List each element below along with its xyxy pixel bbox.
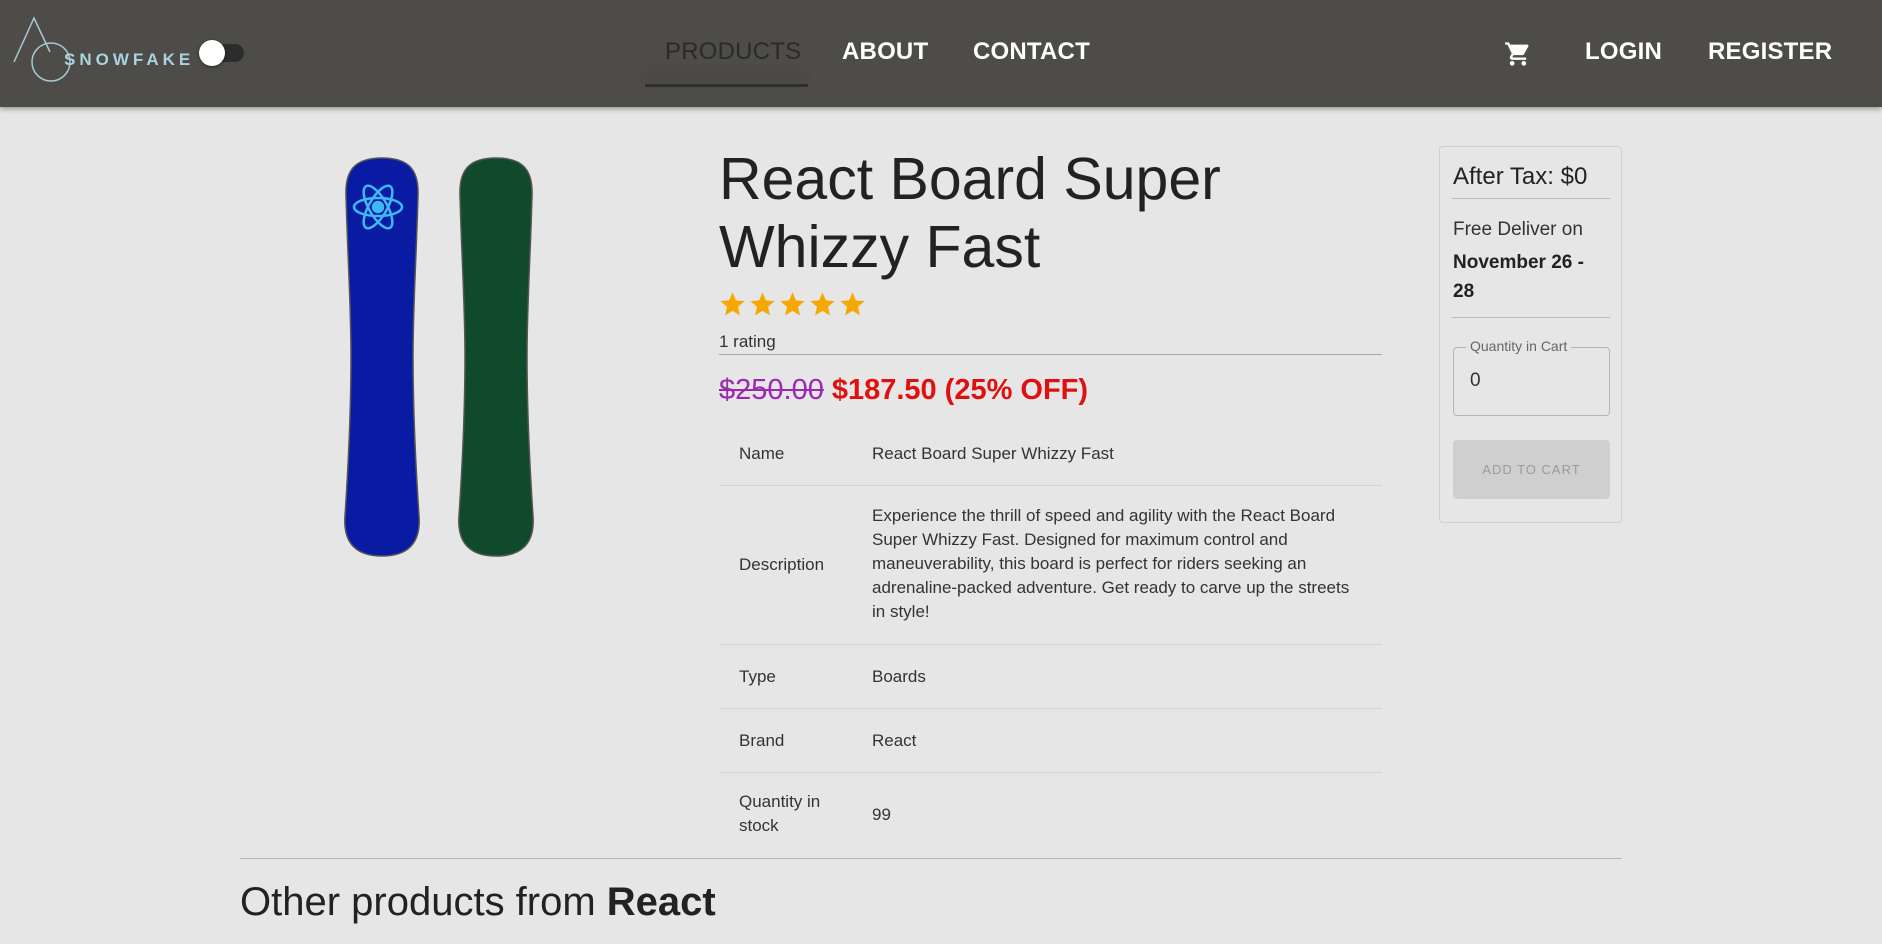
- price-row: $250.00 $187.50 (25% OFF): [719, 374, 1088, 407]
- quantity-field-label: Quantity in Cart: [1466, 338, 1572, 354]
- delivery-label: Free Deliver on: [1453, 219, 1583, 240]
- shopping-cart-icon[interactable]: [1504, 40, 1532, 68]
- discount-label: (25% OFF): [944, 374, 1089, 406]
- divider: [1452, 198, 1610, 199]
- table-row: Brand React: [719, 709, 1382, 773]
- theme-toggle[interactable]: [199, 40, 244, 66]
- register-link[interactable]: REGISTER: [1708, 38, 1832, 66]
- login-link[interactable]: LOGIN: [1585, 38, 1662, 66]
- toggle-knob: [199, 40, 225, 66]
- section-divider: [240, 858, 1622, 859]
- star-icon: [750, 292, 775, 316]
- app-header: SNOWFAKE PRODUCTS ABOUT CONTACT LOGIN RE…: [0, 0, 1882, 107]
- row-label: Description: [739, 555, 825, 574]
- product-title: React Board Super Whizzy Fast: [719, 146, 1221, 280]
- star-icon: [810, 292, 835, 316]
- row-value: Experience the thrill of speed and agili…: [872, 506, 1350, 621]
- nav-products[interactable]: PRODUCTS: [665, 38, 801, 66]
- nav-about[interactable]: ABOUT: [842, 38, 928, 66]
- row-value: Boards: [872, 667, 926, 686]
- rating-count: 1 rating: [719, 332, 776, 351]
- logo-text: SNOWFAKE: [64, 50, 195, 69]
- other-products-brand: React: [606, 880, 716, 924]
- star-icon: [780, 292, 805, 316]
- original-price: $250.00: [719, 374, 824, 406]
- product-image-blue-board[interactable]: [339, 156, 425, 558]
- sale-price: $187.50: [831, 374, 937, 406]
- quantity-value[interactable]: 0: [1470, 370, 1481, 392]
- row-label: Type: [739, 667, 776, 686]
- add-to-cart-button[interactable]: ADD TO CART: [1453, 440, 1610, 499]
- purchase-panel: After Tax: $0 Free Deliver on November 2…: [1439, 146, 1622, 523]
- star-rating: [718, 290, 867, 322]
- table-row: Type Boards: [719, 645, 1382, 709]
- nav-contact[interactable]: CONTACT: [973, 38, 1090, 66]
- after-tax-total: After Tax: $0: [1453, 163, 1588, 190]
- other-products-heading: Other products from React: [240, 880, 716, 925]
- other-products-prefix: Other products from: [240, 880, 607, 924]
- row-value: 99: [872, 805, 891, 824]
- table-row: Description Experience the thrill of spe…: [719, 486, 1382, 645]
- row-value: React Board Super Whizzy Fast: [872, 444, 1114, 463]
- row-label: Name: [739, 444, 785, 463]
- logo-icon: [13, 16, 71, 82]
- row-label: Quantity in stock: [739, 792, 821, 835]
- divider: [719, 354, 1382, 355]
- divider: [1452, 317, 1610, 318]
- logo[interactable]: SNOWFAKE: [12, 16, 192, 82]
- delivery-dates: November 26 - 28: [1453, 252, 1584, 302]
- row-label: Brand: [739, 731, 785, 750]
- row-value: React: [872, 731, 917, 750]
- star-icon: [840, 292, 865, 316]
- quantity-in-cart-input[interactable]: Quantity in Cart 0: [1453, 338, 1610, 416]
- star-icon: [720, 292, 745, 316]
- product-image-green-board[interactable]: [453, 156, 539, 558]
- nav-products-active-indicator: [645, 84, 808, 87]
- table-row: Quantity in stock 99: [719, 773, 1382, 859]
- table-row: Name React Board Super Whizzy Fast: [719, 422, 1382, 486]
